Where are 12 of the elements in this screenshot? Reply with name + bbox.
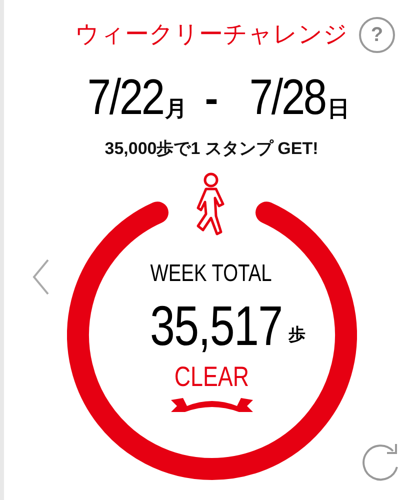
week-total-label: WEEK TOTAL <box>150 260 272 288</box>
weekday-label: 日 <box>327 96 350 122</box>
date-separator: - <box>204 76 218 122</box>
page-title: ウィークリーチャレンジ <box>75 20 348 50</box>
help-button[interactable]: ? <box>359 17 395 53</box>
step-unit: 歩 <box>288 324 306 346</box>
step-total: 35,517 <box>150 298 283 354</box>
clear-label: CLEAR <box>174 362 249 392</box>
start-date: 7/22 <box>86 72 163 122</box>
goal-text: 35,000歩で1 スタンプ GET! <box>104 138 318 160</box>
end-date: 7/28 <box>250 72 326 122</box>
weekday-label: 月 <box>164 96 187 122</box>
